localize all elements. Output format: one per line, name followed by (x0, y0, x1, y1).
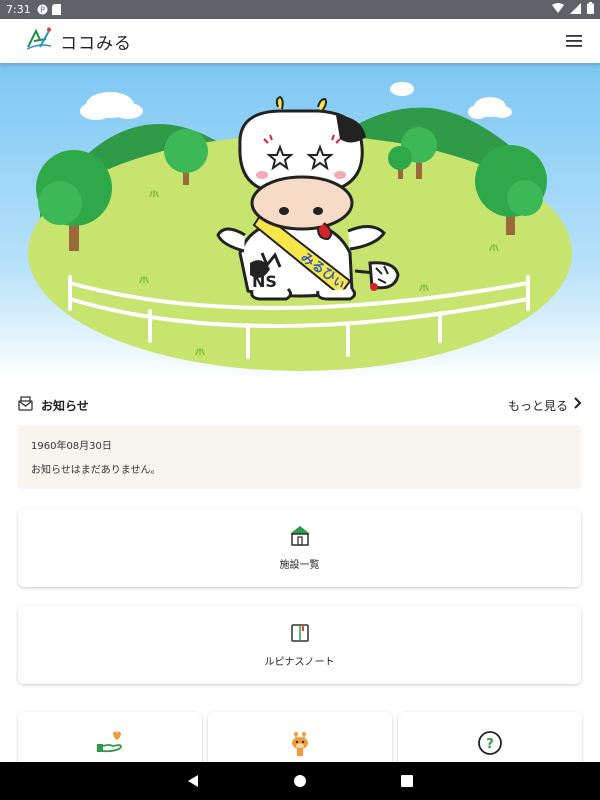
status-right (552, 2, 594, 17)
lupinus-note-card[interactable]: ルピナスノート (18, 606, 581, 684)
recents-icon[interactable] (396, 770, 418, 792)
back-icon[interactable] (182, 770, 204, 792)
facility-list-label: 施設一覧 (279, 559, 320, 571)
status-time: 7:31 (6, 3, 31, 16)
app-notification-icon: P (37, 4, 48, 15)
facility-list-card[interactable]: 施設一覧 (18, 509, 581, 587)
giraffe-icon (287, 730, 313, 760)
hamburger-menu-icon[interactable] (562, 29, 586, 53)
news-header: お知らせ もっと見る (18, 393, 582, 417)
screen: 7:31 P ココみる みるひぃ NS お知らせ もっと見る 1960年08月3… (0, 0, 600, 800)
status-bar: 7:31 P (0, 0, 600, 19)
app-bar: ココみる (0, 19, 600, 63)
cloud-top (390, 82, 414, 96)
notebook-icon (290, 623, 310, 647)
question-icon: ? (477, 730, 503, 760)
ns-badge-text: NS (252, 272, 277, 291)
lupinus-note-label: ルピナスノート (264, 656, 335, 668)
sd-card-icon (51, 4, 61, 15)
svg-text:?: ? (486, 737, 494, 752)
news-date: 1960年08月30日 (31, 441, 112, 452)
signal-icon (570, 2, 581, 17)
news-title: お知らせ (41, 398, 89, 413)
battery-icon (587, 2, 594, 17)
facility-house-icon (289, 525, 311, 550)
news-message: お知らせはまだありません。 (31, 465, 161, 476)
home-icon[interactable] (289, 770, 311, 792)
hero-illustration: みるひぃ NS (0, 63, 600, 381)
news-item[interactable]: 1960年08月30日 お知らせはまだありません。 (18, 425, 581, 489)
more-link[interactable]: もっと見る (508, 397, 582, 414)
more-link-label: もっと見る (507, 398, 568, 413)
system-nav-bar (0, 762, 600, 800)
wifi-icon (552, 3, 564, 16)
heart-hand-icon (95, 730, 125, 758)
mail-icon (18, 395, 33, 415)
ns-logo-icon (26, 27, 52, 55)
app-title: ココみる (60, 33, 132, 54)
chevron-right-icon (574, 397, 582, 413)
svg-text:P: P (40, 6, 45, 15)
